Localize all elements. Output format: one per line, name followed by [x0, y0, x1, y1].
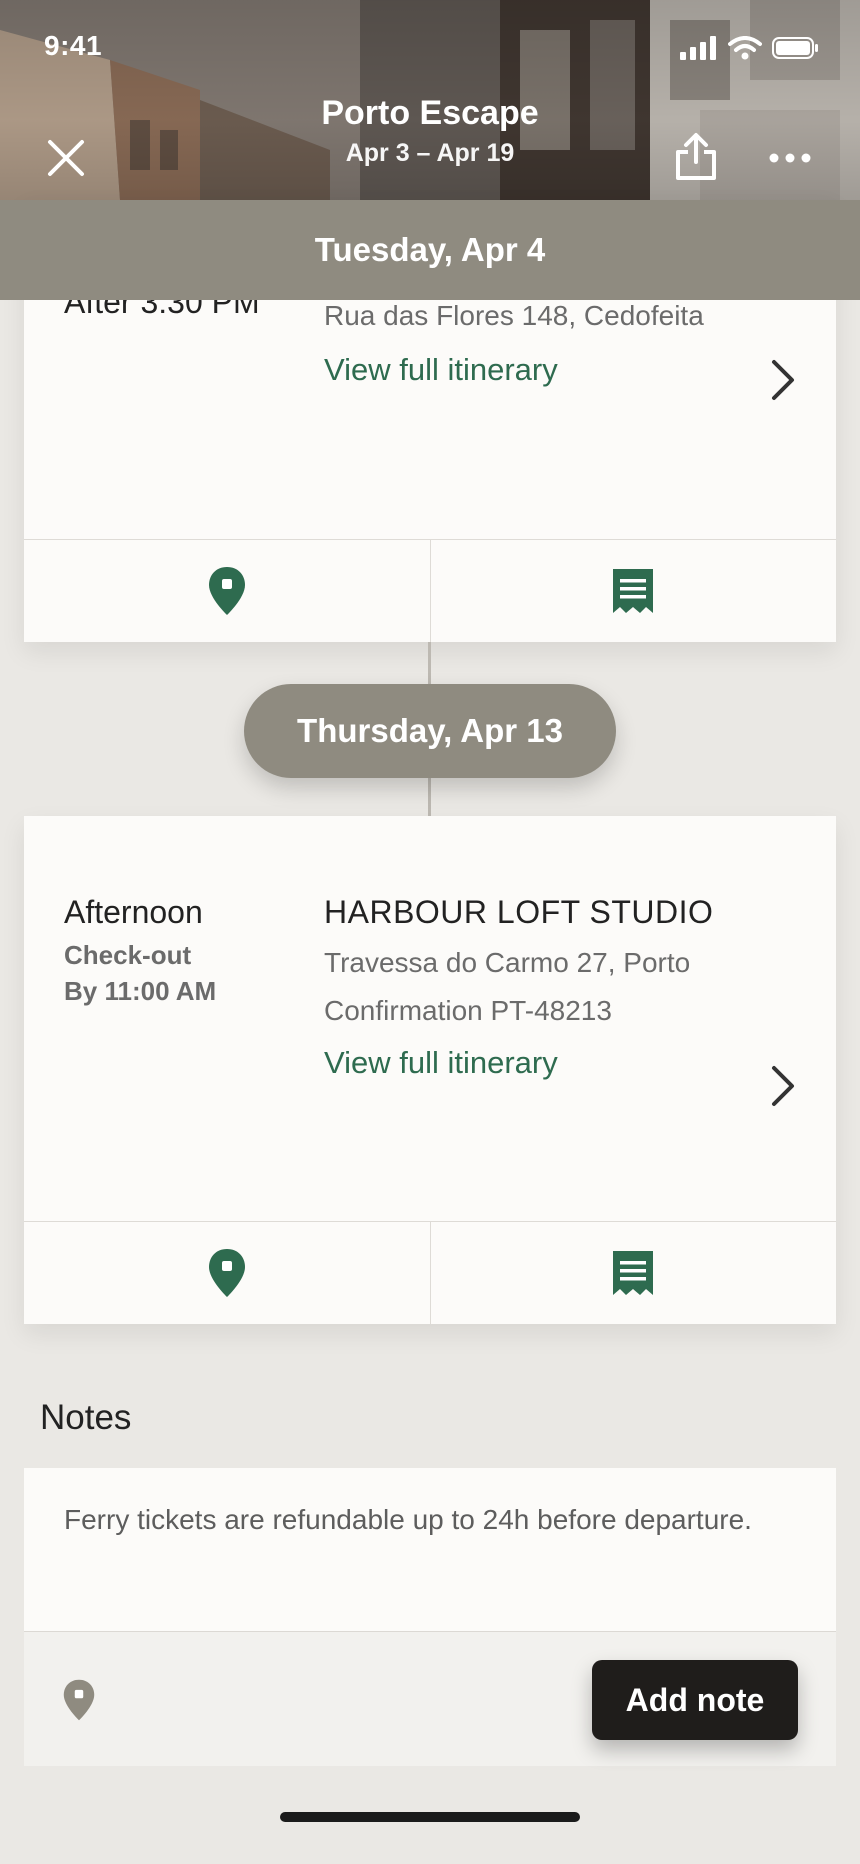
- more-icon[interactable]: [768, 148, 812, 168]
- status-icons: [680, 36, 820, 60]
- notes-card: Ferry tickets are refundable up to 24h b…: [24, 1468, 836, 1766]
- status-time: 9:41: [44, 30, 103, 61]
- view-itinerary-link[interactable]: View full itinerary: [324, 1045, 796, 1081]
- card-address: Travessa do Carmo 27, Porto: [324, 947, 691, 978]
- map-pin-icon: [208, 1249, 245, 1297]
- note-text: Ferry tickets are refundable up to 24h b…: [64, 1504, 752, 1535]
- close-icon[interactable]: [46, 138, 86, 178]
- map-pin-icon[interactable]: [62, 1678, 96, 1722]
- wifi-icon: [728, 36, 762, 60]
- trip-dates: Apr 3 – Apr 19: [345, 139, 515, 167]
- sticky-day-header: Tuesday, Apr 4: [0, 200, 860, 300]
- trip-title: Porto Escape: [321, 94, 539, 132]
- chevron-right-icon[interactable]: [770, 358, 796, 402]
- trip-header: 9:41 Porto Escape Apr 3 – Apr 19: [0, 0, 860, 200]
- card-time-label: Check-out: [64, 940, 192, 970]
- receipt-icon: [613, 1251, 654, 1295]
- card-actions: [24, 1221, 836, 1324]
- itinerary-card: Afternoon Check-out By 11:00 AM HARBOUR …: [24, 816, 836, 1324]
- card-confirmation: Confirmation PT-48213: [324, 995, 612, 1026]
- view-itinerary-link[interactable]: View full itinerary: [324, 352, 796, 388]
- battery-icon: [772, 37, 818, 59]
- share-icon[interactable]: [674, 132, 718, 182]
- signal-icon: [680, 36, 716, 60]
- receipt-icon: [613, 569, 654, 613]
- card-actions: [24, 539, 836, 642]
- card-time-detail: By 11:00 AM: [64, 976, 217, 1006]
- chevron-right-icon[interactable]: [770, 1064, 796, 1108]
- map-pin-icon: [208, 567, 245, 615]
- card-time: Afternoon: [64, 894, 203, 930]
- day-divider-pill: Thursday, Apr 13: [244, 684, 616, 778]
- notes-heading: Notes: [40, 1398, 132, 1437]
- map-button[interactable]: [24, 1222, 430, 1324]
- details-button[interactable]: [429, 1222, 837, 1324]
- timeline-connector: [428, 778, 431, 816]
- timeline-connector: [428, 642, 431, 684]
- home-indicator: [280, 1812, 580, 1822]
- map-button[interactable]: [24, 540, 430, 642]
- notes-footer: Add note: [24, 1631, 836, 1766]
- card-title: HARBOUR LOFT STUDIO: [324, 894, 714, 930]
- add-note-button[interactable]: Add note: [592, 1660, 798, 1740]
- details-button[interactable]: [429, 540, 837, 642]
